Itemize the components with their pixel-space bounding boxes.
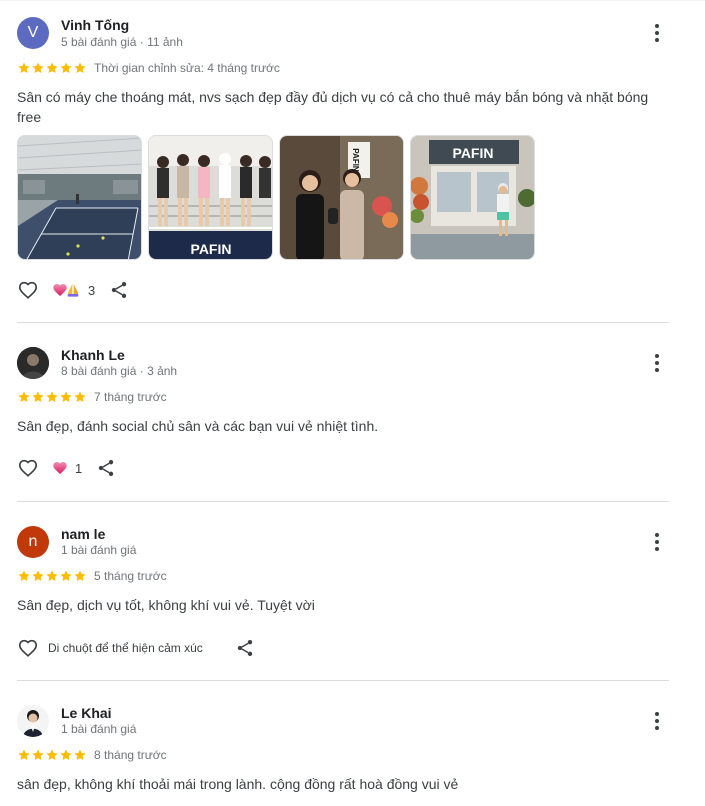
review-actions: Di chuột để thể hiện cảm xúc bbox=[17, 636, 256, 660]
more-options-button[interactable] bbox=[645, 351, 669, 375]
reactions-summary[interactable]: 3 bbox=[52, 282, 95, 298]
review-time: 7 tháng trước bbox=[94, 390, 167, 404]
star-icon bbox=[17, 61, 31, 75]
star-rating bbox=[17, 569, 87, 583]
rating-row: 7 tháng trước bbox=[17, 390, 167, 404]
reaction-count: 1 bbox=[75, 460, 83, 476]
court-photo-image bbox=[18, 136, 141, 259]
star-icon bbox=[31, 61, 45, 75]
star-rating bbox=[17, 390, 87, 404]
star-icon bbox=[73, 748, 87, 762]
star-icon bbox=[73, 61, 87, 75]
star-icon bbox=[45, 61, 59, 75]
avatar[interactable] bbox=[17, 705, 49, 737]
storefront-photo-image: PAFIN bbox=[411, 136, 534, 259]
reviewer-name[interactable]: Le Khai bbox=[61, 705, 112, 721]
rating-row: 5 tháng trước bbox=[17, 569, 167, 583]
praying-hands-icon bbox=[65, 282, 81, 298]
reviewer-name[interactable]: Khanh Le bbox=[61, 347, 125, 363]
heart-outline-icon bbox=[17, 457, 39, 479]
star-icon bbox=[59, 61, 73, 75]
share-button[interactable] bbox=[95, 457, 117, 479]
more-options-button[interactable] bbox=[645, 21, 669, 45]
more-options-button[interactable] bbox=[645, 709, 669, 733]
reviewer-meta[interactable]: 8 bài đánh giá · 3 ảnh bbox=[61, 364, 177, 378]
avatar[interactable] bbox=[17, 347, 49, 379]
reaction-count: 3 bbox=[88, 282, 96, 298]
reviewer-name[interactable]: nam le bbox=[61, 526, 105, 542]
reviewer-meta[interactable]: 5 bài đánh giá · 11 ảnh bbox=[61, 35, 183, 49]
share-icon bbox=[109, 280, 129, 300]
review-actions: 1 bbox=[17, 456, 117, 480]
review-photos: PAFIN PAFIN PAFIN bbox=[17, 135, 535, 260]
star-icon bbox=[31, 569, 45, 583]
share-button[interactable] bbox=[108, 279, 130, 301]
players-photo-image: PAFIN bbox=[149, 136, 272, 259]
avatar-letter: n bbox=[28, 533, 38, 550]
like-button[interactable] bbox=[17, 457, 39, 479]
star-icon bbox=[17, 748, 31, 762]
avatar[interactable]: V bbox=[17, 17, 49, 49]
like-button[interactable] bbox=[17, 637, 39, 659]
rating-row: 8 tháng trước bbox=[17, 748, 167, 762]
rating-row: Thời gian chỉnh sửa: 4 tháng trước bbox=[17, 61, 280, 75]
star-icon bbox=[17, 390, 31, 404]
star-icon bbox=[59, 748, 73, 762]
svg-text:PAFIN: PAFIN bbox=[351, 148, 360, 172]
share-icon bbox=[235, 638, 255, 658]
review-text: Sân đẹp, dịch vụ tốt, không khí vui vẻ. … bbox=[17, 597, 315, 613]
review-photo[interactable] bbox=[17, 135, 142, 260]
star-icon bbox=[45, 569, 59, 583]
avatar[interactable]: n bbox=[17, 526, 49, 558]
photo-sign-text: PAFIN bbox=[453, 145, 494, 161]
star-rating bbox=[17, 748, 87, 762]
heart-outline-icon bbox=[17, 279, 39, 301]
like-button[interactable] bbox=[17, 279, 39, 301]
review-photo[interactable]: PAFIN bbox=[410, 135, 535, 260]
star-icon bbox=[73, 569, 87, 583]
share-button[interactable] bbox=[234, 637, 256, 659]
reaction-hint: Di chuột để thể hiện cảm xúc bbox=[48, 641, 203, 655]
reviewer-meta[interactable]: 1 bài đánh giá bbox=[61, 543, 136, 557]
avatar-letter: V bbox=[27, 24, 39, 41]
reviewer-meta[interactable]: 1 bài đánh giá bbox=[61, 722, 136, 736]
review-time: 5 tháng trước bbox=[94, 569, 167, 583]
review-photo[interactable]: PAFIN bbox=[279, 135, 404, 260]
couple-photo-image: PAFIN bbox=[280, 136, 403, 259]
heart-outline-icon bbox=[17, 637, 39, 659]
review-time: 8 tháng trước bbox=[94, 748, 167, 762]
divider bbox=[17, 322, 669, 323]
star-icon bbox=[45, 748, 59, 762]
review-actions: 3 bbox=[17, 278, 130, 302]
reactions-summary[interactable]: 1 bbox=[52, 460, 82, 476]
share-icon bbox=[96, 458, 116, 478]
star-icon bbox=[73, 390, 87, 404]
reviewer-name[interactable]: Vinh Tống bbox=[61, 17, 129, 33]
star-icon bbox=[59, 390, 73, 404]
star-icon bbox=[31, 748, 45, 762]
top-border bbox=[0, 0, 705, 1]
heart-reaction-icon bbox=[52, 460, 68, 476]
star-icon bbox=[31, 390, 45, 404]
avatar-photo bbox=[17, 347, 49, 379]
photo-sign-text: PAFIN bbox=[191, 241, 232, 257]
avatar-photo bbox=[17, 705, 49, 737]
review-time: Thời gian chỉnh sửa: 4 tháng trước bbox=[94, 61, 280, 75]
review-text: Sân có máy che thoáng mát, nvs sạch đẹp … bbox=[17, 89, 649, 125]
star-rating bbox=[17, 61, 87, 75]
divider bbox=[17, 680, 669, 681]
divider bbox=[17, 501, 669, 502]
more-options-button[interactable] bbox=[645, 530, 669, 554]
review-photo[interactable]: PAFIN bbox=[148, 135, 273, 260]
review-text: Sân đẹp, đánh social chủ sân và các bạn … bbox=[17, 418, 379, 434]
star-icon bbox=[45, 390, 59, 404]
star-icon bbox=[59, 569, 73, 583]
review-text: sân đẹp, không khí thoải mái trong lành.… bbox=[17, 776, 459, 792]
star-icon bbox=[17, 569, 31, 583]
